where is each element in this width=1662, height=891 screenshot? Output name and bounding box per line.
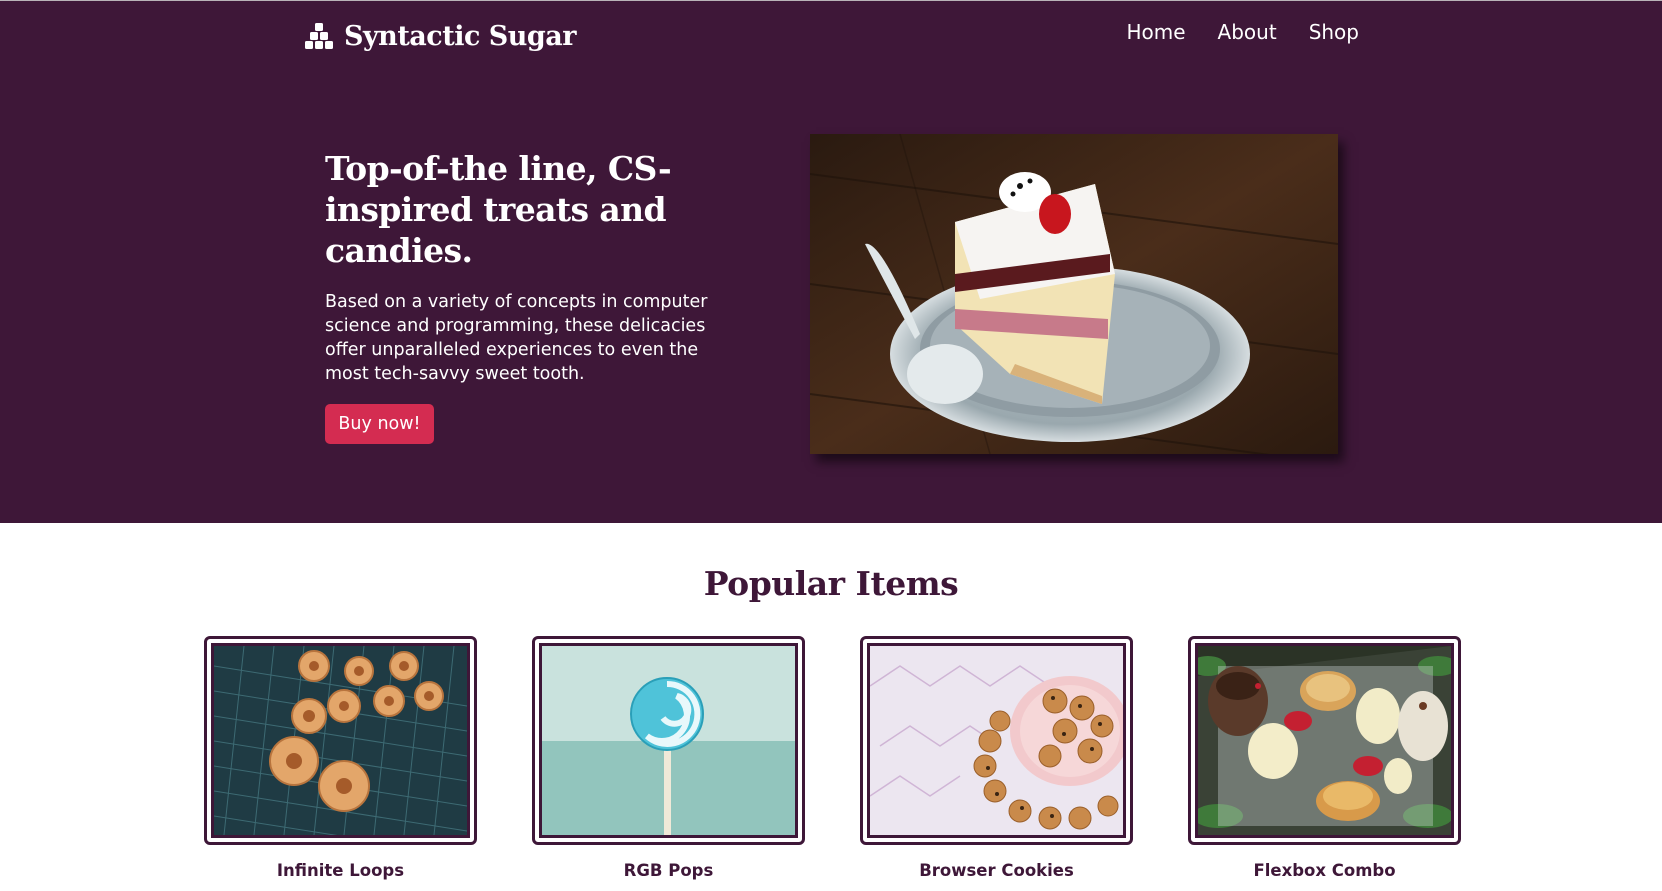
brand-logo[interactable]: Syntactic Sugar (304, 18, 577, 54)
product-label-browser-cookies[interactable]: Browser Cookies (860, 861, 1133, 880)
hero-cake-image (810, 134, 1338, 454)
product-card-infinite-loops[interactable] (204, 636, 477, 845)
main-nav: Home About Shop (1126, 20, 1359, 44)
product-image-lollipop (539, 643, 798, 838)
popular-items-heading: Popular Items (703, 564, 959, 603)
product-image-dessert-box (1195, 643, 1454, 838)
product-image-cookies (867, 643, 1126, 838)
product-card-rgb-pops[interactable] (532, 636, 805, 845)
top-border (0, 0, 1662, 1)
product-card-flexbox-combo[interactable] (1188, 636, 1461, 845)
nav-shop[interactable]: Shop (1309, 20, 1359, 44)
product-label-infinite-loops[interactable]: Infinite Loops (204, 861, 477, 880)
product-label-flexbox-combo[interactable]: Flexbox Combo (1188, 861, 1461, 880)
hero-title: Top-of-the line, CS-inspired treats and … (325, 149, 672, 270)
product-image-donuts (211, 643, 470, 838)
product-card-browser-cookies[interactable] (860, 636, 1133, 845)
nav-about[interactable]: About (1218, 20, 1277, 44)
product-label-rgb-pops[interactable]: RGB Pops (532, 861, 805, 880)
hero-description: Based on a variety of concepts in comput… (325, 292, 708, 384)
buy-now-button[interactable]: Buy now! (325, 404, 434, 444)
brand-name: Syntactic Sugar (344, 20, 577, 52)
nav-home[interactable]: Home (1126, 20, 1185, 44)
stacked-cubes-icon (305, 23, 333, 49)
